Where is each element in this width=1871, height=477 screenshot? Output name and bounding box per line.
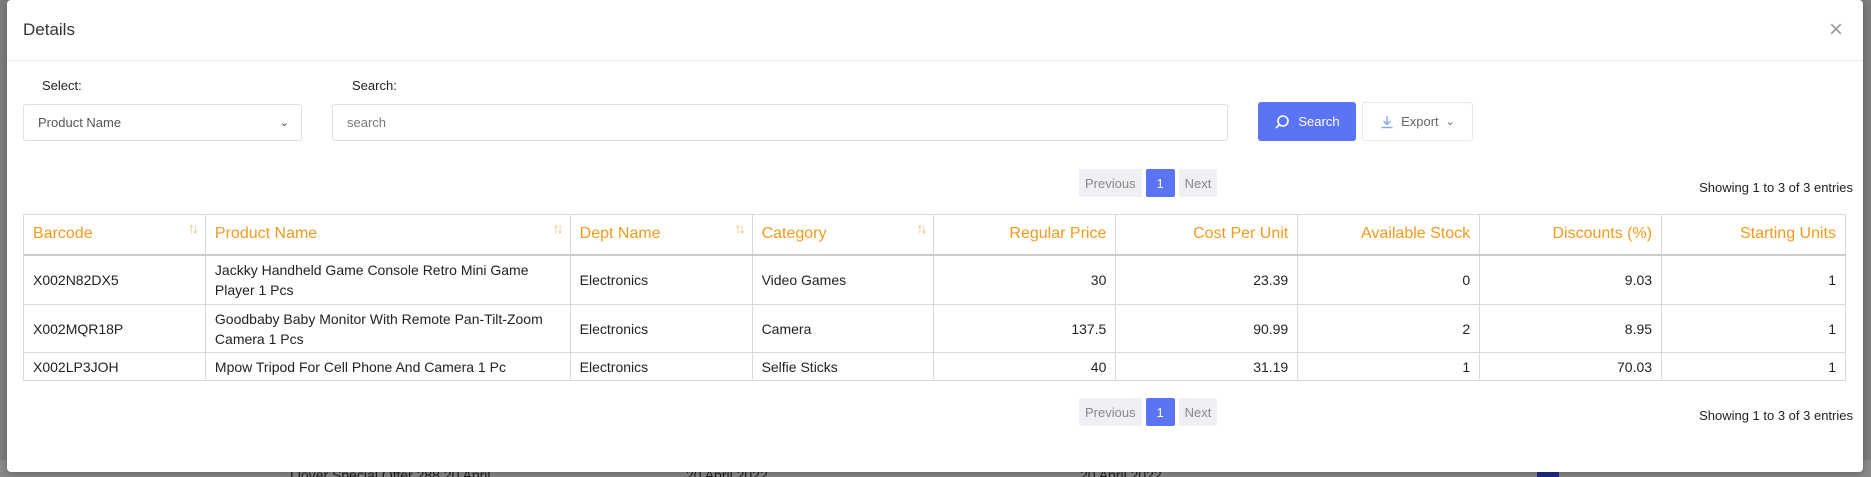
table-row: X002MQR18P Goodbaby Baby Monitor With Re… [23, 304, 1846, 353]
previous-page-button[interactable]: Previous [1079, 398, 1142, 426]
previous-page-button[interactable]: Previous [1079, 169, 1142, 197]
select-label: Select: [42, 78, 82, 93]
pagination-top: Previous 1 Next [1079, 169, 1218, 197]
modal-header: Details × [7, 0, 1863, 61]
next-page-button[interactable]: Next [1178, 398, 1218, 426]
cell-product-name: Mpow Tripod For Cell Phone And Camera 1 … [204, 352, 571, 381]
export-button-label: Export [1401, 114, 1439, 129]
sort-icon[interactable]: ↑↓ [553, 220, 564, 236]
cell-available-stock: 0 [1297, 254, 1481, 305]
column-header-cost-per-unit[interactable]: Cost Per Unit [1115, 214, 1299, 256]
cell-cost-per-unit: 31.19 [1115, 352, 1299, 381]
cell-barcode: X002N82DX5 [23, 254, 206, 305]
cell-category: Video Games [751, 254, 935, 305]
select-value: Product Name [38, 115, 122, 130]
cell-available-stock: 2 [1297, 304, 1481, 353]
cell-available-stock: 1 [1297, 352, 1481, 381]
column-header-discounts[interactable]: Discounts (%) [1479, 214, 1663, 256]
column-header-dept-name[interactable]: Dept Name ↑↓ [569, 214, 753, 256]
next-page-button[interactable]: Next [1178, 169, 1218, 197]
column-header-category[interactable]: Category ↑↓ [751, 214, 935, 256]
search-icon [1275, 114, 1290, 129]
modal-title: Details [23, 20, 75, 39]
cell-regular-price: 40 [933, 352, 1117, 381]
cell-regular-price: 137.5 [933, 304, 1117, 353]
cell-dept-name: Electronics [569, 304, 753, 353]
column-header-starting-units[interactable]: Starting Units [1661, 214, 1846, 256]
cell-discounts: 70.03 [1479, 352, 1663, 381]
search-button-label: Search [1298, 114, 1340, 129]
column-header-regular-price[interactable]: Regular Price [933, 214, 1117, 256]
cell-regular-price: 30 [933, 254, 1117, 305]
column-header-barcode[interactable]: Barcode ↑↓ [23, 214, 206, 256]
cell-category: Selfie Sticks [751, 352, 935, 381]
pagination-bottom: Previous 1 Next [1079, 398, 1218, 426]
sort-icon[interactable]: ↑↓ [735, 220, 746, 236]
table-row: X002N82DX5 Jackky Handheld Game Console … [23, 254, 1846, 305]
sort-icon[interactable]: ↑↓ [916, 220, 927, 236]
cell-discounts: 8.95 [1479, 304, 1663, 353]
chevron-down-icon: ⌄ [1445, 116, 1455, 128]
cell-cost-per-unit: 90.99 [1115, 304, 1299, 353]
page-1-button[interactable]: 1 [1145, 169, 1175, 197]
entries-info: Showing 1 to 3 of 3 entries [1699, 180, 1853, 195]
details-table: Barcode ↑↓ Product Name ↑↓ Dept Name ↑↓ Cat… [23, 214, 1846, 381]
sort-icon[interactable]: ↑↓ [188, 220, 199, 236]
search-input[interactable] [332, 104, 1228, 141]
chevron-down-icon: ⌄ [279, 117, 289, 129]
cell-barcode: X002MQR18P [23, 304, 206, 353]
cell-category: Camera [751, 304, 935, 353]
column-header-available-stock[interactable]: Available Stock [1297, 214, 1481, 256]
entries-info: Showing 1 to 3 of 3 entries [1699, 408, 1853, 423]
cell-starting-units: 1 [1661, 254, 1846, 305]
cell-product-name: Jackky Handheld Game Console Retro Mini … [204, 254, 571, 305]
download-icon [1381, 115, 1393, 128]
page-1-button[interactable]: 1 [1145, 398, 1175, 426]
details-modal: Details × Select: Product Name ⌄ Search:… [7, 0, 1863, 472]
cell-starting-units: 1 [1661, 352, 1846, 381]
table-row: X002LP3JOH Mpow Tripod For Cell Phone An… [23, 352, 1846, 381]
export-button[interactable]: Export ⌄ [1362, 102, 1473, 141]
cell-cost-per-unit: 23.39 [1115, 254, 1299, 305]
cell-product-name: Goodbaby Baby Monitor With Remote Pan-Ti… [204, 304, 571, 353]
cell-dept-name: Electronics [569, 352, 753, 381]
field-select[interactable]: Product Name ⌄ [23, 104, 302, 141]
cell-starting-units: 1 [1661, 304, 1846, 353]
cell-dept-name: Electronics [569, 254, 753, 305]
close-icon[interactable]: × [1829, 18, 1843, 42]
cell-discounts: 9.03 [1479, 254, 1663, 305]
filter-row: Select: Product Name ⌄ Search: Search Ex… [7, 78, 1863, 148]
search-label: Search: [352, 78, 397, 93]
column-header-product-name[interactable]: Product Name ↑↓ [204, 214, 571, 256]
search-button[interactable]: Search [1258, 102, 1356, 141]
cell-barcode: X002LP3JOH [23, 352, 206, 381]
